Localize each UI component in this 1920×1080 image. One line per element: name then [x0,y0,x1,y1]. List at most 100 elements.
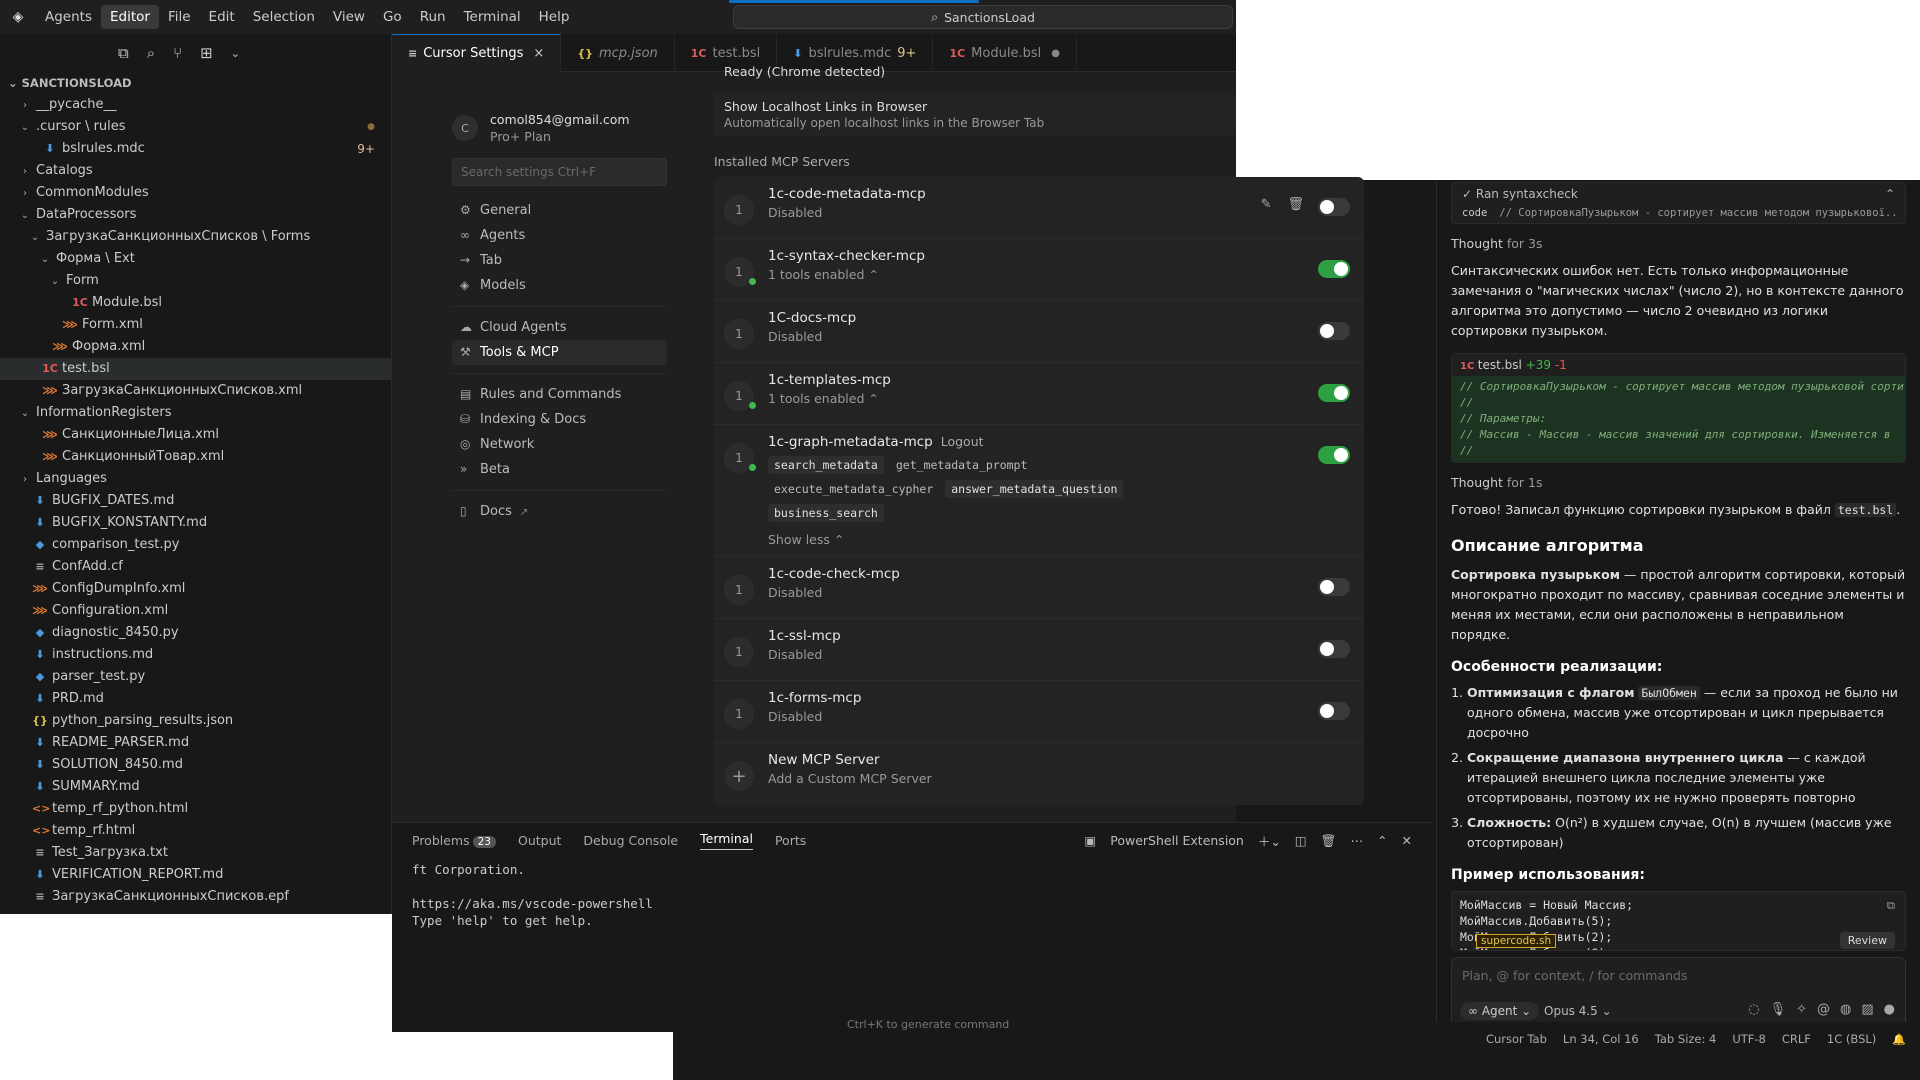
folder-item[interactable]: ⌄ ЗагрузкаСанкционныхСписков \ Forms [0,226,391,248]
file-item[interactable]: {} python_parsing_results.json [0,710,391,732]
folder-item[interactable]: › CommonModules [0,182,391,204]
settings-nav-network[interactable]: ◎ Network [452,432,667,457]
file-item[interactable]: ⬇ BUGFIX_KONSTANTY.md [0,512,391,534]
menu-item[interactable]: View [324,5,374,29]
file-item[interactable]: <> temp_rf_python.html [0,798,391,820]
server-toggle[interactable] [1318,578,1350,596]
panel-tab-ports[interactable]: Ports [775,833,806,848]
panel-tab-terminal[interactable]: Terminal [700,831,753,850]
copy-icon[interactable]: ⧉ [1887,898,1895,913]
menu-item[interactable]: Help [530,5,579,29]
file-item[interactable]: ⬇ README_PARSER.md [0,732,391,754]
file-item[interactable]: ⋙ ConfigDumpInfo.xml [0,578,391,600]
chevron-down-icon[interactable]: ⌄ [231,47,240,60]
mic-icon[interactable]: 🎙 [1770,1002,1787,1017]
file-item[interactable]: 1C test.bsl [0,358,391,380]
file-item[interactable]: ⬇ VERIFICATION_REPORT.md [0,864,391,886]
code-example[interactable]: МойМассив = Новый Массив; МойМассив.Добав… [1451,891,1906,951]
file-item[interactable]: ⋙ СанкционныйТовар.xml [0,446,391,468]
add-terminal-icon[interactable]: ＋⌄ [1258,831,1281,850]
agent-mode-selector[interactable]: ∞ Agent ⌄ [1460,1002,1540,1020]
status-item[interactable]: Tab Size: 4 [1655,1032,1717,1046]
folder-item[interactable]: ⌄ Форма \ Ext [0,248,391,270]
file-item[interactable]: ⋙ Form.xml [0,314,391,336]
folder-item[interactable]: ⌄ DataProcessors [0,204,391,226]
file-item[interactable]: ◆ parser_test.py [0,666,391,688]
menu-item[interactable]: Terminal [455,5,530,29]
settings-search-input[interactable]: Search settings Ctrl+F [452,158,667,186]
status-item[interactable]: CRLF [1782,1032,1811,1046]
settings-nav-beta[interactable]: » Beta [452,457,667,482]
file-item[interactable]: ◆ comparison_test.py [0,534,391,556]
thought-label[interactable]: Thought for 3s [1451,236,1906,251]
bell-icon[interactable]: 🔔 [1892,1033,1906,1046]
files-icon[interactable]: ⧉ [118,44,129,62]
panel-tab-output[interactable]: Output [518,833,561,848]
file-item[interactable]: <> temp_rf.html [0,820,391,842]
folder-item[interactable]: › Catalogs [0,160,391,182]
status-item[interactable]: Ln 34, Col 16 [1563,1032,1639,1046]
tool-run-box[interactable]: ✓ Ran syntaxcheck ⌃ code// СортировкаПузы… [1451,182,1906,224]
settings-nav-tab[interactable]: → Tab [452,248,667,273]
more-icon[interactable]: ⋯ [1351,833,1364,848]
file-item[interactable]: ⬇ BUGFIX_DATES.md [0,490,391,512]
edit-icon[interactable]: ✎ [1261,197,1272,212]
server-toggle[interactable] [1318,446,1350,464]
at-icon[interactable]: @ [1817,1002,1830,1017]
file-item[interactable]: ⋙ СанкционныеЛица.xml [0,424,391,446]
status-item[interactable]: UTF-8 [1732,1032,1766,1046]
diff-preview[interactable]: 1C test.bsl +39 -1 // СортировкаПузырько… [1451,353,1906,463]
file-item[interactable]: ⬇ SOLUTION_8450.md [0,754,391,776]
review-button[interactable]: Review [1839,932,1895,949]
server-toggle[interactable] [1318,384,1350,402]
folder-item[interactable]: › Languages [0,468,391,490]
panel-tab-debug-console[interactable]: Debug Console [583,833,678,848]
menu-item[interactable]: Agents [36,5,101,29]
server-toggle[interactable] [1318,260,1350,278]
server-toggle[interactable] [1318,640,1350,658]
settings-nav-indexing-docs[interactable]: ⛁ Indexing & Docs [452,407,667,432]
show-less-toggle[interactable]: Show less ⌃ [768,532,1352,547]
settings-nav-docs[interactable]: ▯ Docs ↗ [452,499,667,524]
trash-icon[interactable]: 🗑 [1321,833,1337,849]
settings-nav-agents[interactable]: ∞ Agents [452,223,667,248]
shell-name[interactable]: PowerShell Extension [1110,833,1244,848]
thought-label[interactable]: Thought for 1s [1451,475,1906,490]
maximize-icon[interactable]: ⌃ [1377,833,1387,848]
folder-item[interactable]: ⌄ Form [0,270,391,292]
close-icon[interactable]: ✕ [1402,833,1412,848]
file-item[interactable]: ◆ diagnostic_8450.py [0,622,391,644]
send-icon[interactable]: ● [1884,1002,1895,1017]
tab-mcp-json[interactable]: {} mcp.json [561,34,675,72]
split-terminal-icon[interactable]: ◫ [1295,833,1307,848]
file-item[interactable]: ≡ ЗагрузкаСанкционныхСписков.epf [0,886,391,908]
tool-chip[interactable]: search_metadata [768,456,884,474]
tool-chip[interactable]: execute_metadata_cypher [768,480,939,498]
source-control-icon[interactable]: ⑂ [173,44,182,62]
search-icon[interactable]: ⌕ [147,44,155,62]
file-item[interactable]: ⋙ ЗагрузкаСанкционныхСписков.xml [0,380,391,402]
sparkle-icon[interactable]: ✧ [1796,1002,1807,1017]
model-selector[interactable]: Opus 4.5 ⌄ [1544,1004,1612,1018]
tool-chip[interactable]: answer_metadata_question [945,480,1124,498]
explorer-root[interactable]: ⌄ SANCTIONSLOAD [0,72,391,94]
server-toggle[interactable] [1318,702,1350,720]
folder-item[interactable]: › __pycache__ [0,94,391,116]
image-icon[interactable]: ▨ [1861,1002,1873,1017]
globe-icon[interactable]: ◍ [1840,1002,1851,1017]
menu-item[interactable]: Editor [101,5,159,29]
extensions-icon[interactable]: ⊞ [200,44,213,62]
file-item[interactable]: ⋙ Форма.xml [0,336,391,358]
folder-item[interactable]: ⌄ .cursor \ rules ● [0,116,391,138]
settings-nav-tools-mcp[interactable]: ⚒ Tools & MCP [452,340,667,365]
command-center-search[interactable]: ⌕ SanctionsLoad [729,0,1233,29]
tool-chip[interactable]: get_metadata_prompt [890,456,1034,474]
menu-item[interactable]: Run [411,5,455,29]
status-item[interactable]: 1C (BSL) [1827,1032,1876,1046]
terminal-output[interactable]: ft Corporation. https://aka.ms/vscode-pow… [392,861,1432,929]
file-item[interactable]: ⋙ Configuration.xml [0,600,391,622]
server-toggle[interactable] [1318,322,1350,340]
logout-link[interactable]: Logout [941,434,984,449]
file-item[interactable]: ⬇ SUMMARY.md [0,776,391,798]
settings-nav-general[interactable]: ⚙ General [452,198,667,223]
